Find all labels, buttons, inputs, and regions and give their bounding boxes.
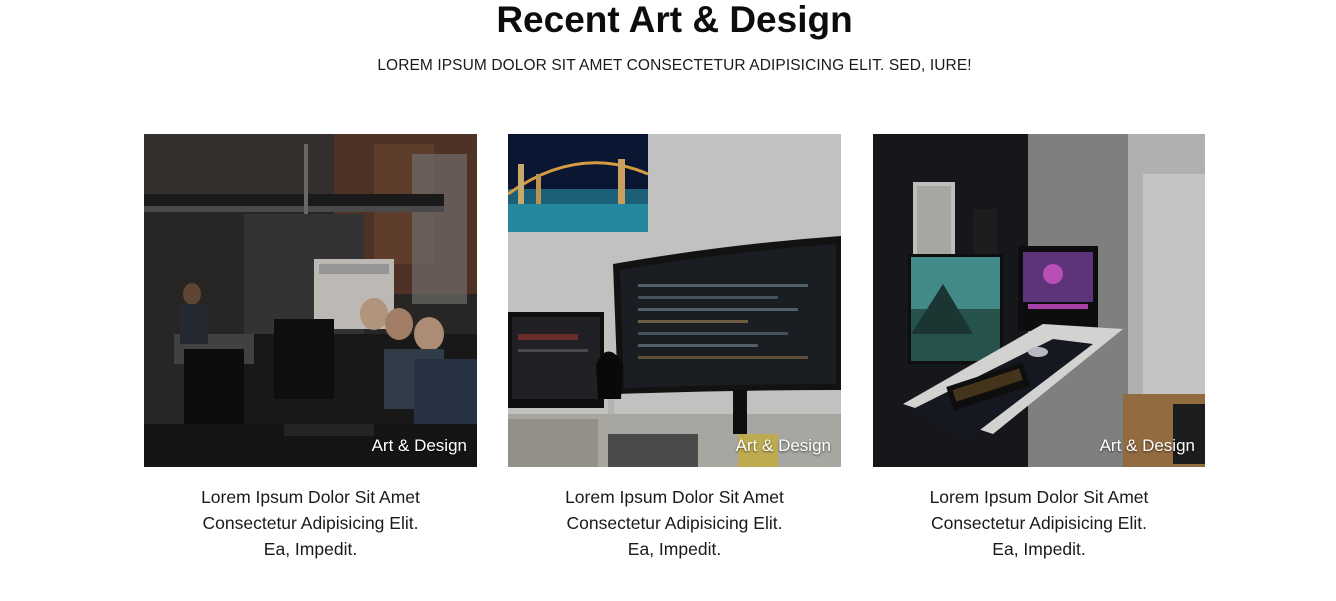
post-card[interactable]: Art & Design Lorem Ipsum Dolor Sit Amet … bbox=[873, 134, 1205, 562]
section-subtitle: LOREM IPSUM DOLOR SIT AMET CONSECTETUR A… bbox=[377, 57, 972, 74]
post-title[interactable]: Lorem Ipsum Dolor Sit Amet Consectetur A… bbox=[144, 484, 477, 562]
post-thumbnail[interactable]: Art & Design bbox=[508, 134, 841, 467]
category-tag[interactable]: Art & Design bbox=[1100, 436, 1195, 456]
post-thumbnail[interactable]: Art & Design bbox=[144, 134, 477, 467]
post-card[interactable]: Art & Design Lorem Ipsum Dolor Sit Amet … bbox=[144, 134, 477, 562]
post-title[interactable]: Lorem Ipsum Dolor Sit Amet Consectetur A… bbox=[873, 484, 1205, 562]
post-card[interactable]: Art & Design Lorem Ipsum Dolor Sit Amet … bbox=[508, 134, 841, 562]
post-title[interactable]: Lorem Ipsum Dolor Sit Amet Consectetur A… bbox=[508, 484, 841, 562]
coding-desk-setup-photo bbox=[508, 134, 841, 467]
card-grid: Art & Design Lorem Ipsum Dolor Sit Amet … bbox=[0, 134, 1336, 564]
category-tag[interactable]: Art & Design bbox=[372, 436, 467, 456]
category-tag[interactable]: Art & Design bbox=[736, 436, 831, 456]
office-workspace-photo bbox=[144, 134, 477, 467]
gaming-desk-setup-photo bbox=[873, 134, 1205, 467]
section-title: Recent Art & Design bbox=[496, 0, 853, 40]
post-thumbnail[interactable]: Art & Design bbox=[873, 134, 1205, 467]
